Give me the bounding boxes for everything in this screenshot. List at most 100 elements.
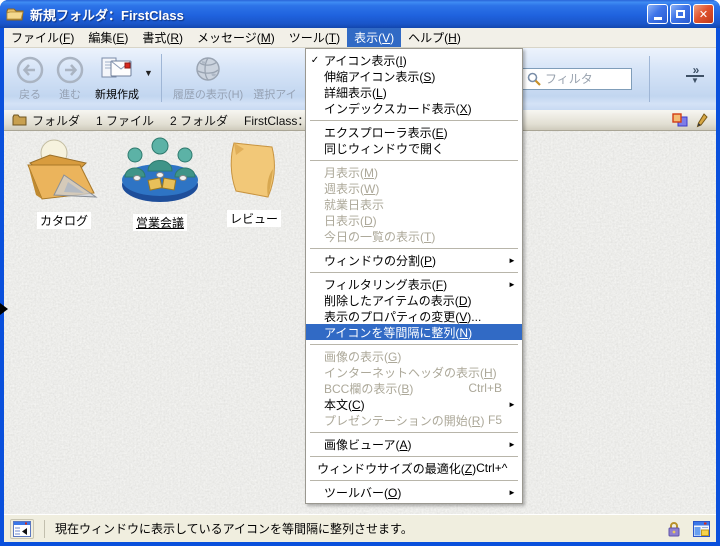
menu-item[interactable]: ツールバー(O)► bbox=[306, 484, 522, 500]
menu-item[interactable]: 本文(C) ► bbox=[306, 396, 522, 412]
menu-item-label: 画像の表示(G) bbox=[324, 348, 502, 365]
menu-item-label: 表示のプロパティの変更(V)... bbox=[324, 308, 502, 325]
menu-item[interactable]: 週表示(W) bbox=[306, 180, 522, 196]
layout-squares-icon[interactable] bbox=[672, 113, 688, 127]
menubar-item[interactable]: ツール(T) bbox=[282, 28, 347, 47]
lock-icon bbox=[667, 521, 681, 537]
window-status-icon[interactable] bbox=[693, 521, 710, 537]
menu-item[interactable]: インデックスカード表示(X) bbox=[306, 100, 522, 116]
menu-item-label: 就業日表示 bbox=[324, 196, 502, 213]
forward-label: 進む bbox=[59, 86, 81, 102]
maximize-button[interactable] bbox=[670, 4, 691, 24]
menu-separator bbox=[310, 120, 518, 121]
new-message-button[interactable]: 新規作成 bbox=[90, 52, 144, 104]
menu-item-label: 月表示(M) bbox=[324, 164, 502, 181]
new-message-dropdown-arrow[interactable]: ▼ bbox=[144, 68, 153, 78]
menu-item[interactable]: 詳細表示(L) bbox=[306, 84, 522, 100]
infobar-type-label: フォルダ bbox=[32, 112, 80, 129]
menu-item-label: プレゼンテーションの開始(R) bbox=[324, 412, 488, 429]
menu-item[interactable]: エクスプローラ表示(E) bbox=[306, 124, 522, 140]
menu-item[interactable]: 日表示(D) bbox=[306, 212, 522, 228]
submenu-arrow-icon: ► bbox=[508, 400, 522, 409]
menu-item-label: アイコンを等間隔に整列(N) bbox=[324, 324, 502, 341]
menu-item[interactable]: BCC欄の表示(B)Ctrl+B bbox=[306, 380, 522, 396]
menu-item[interactable]: ✓アイコン表示(I) bbox=[306, 52, 522, 68]
menu-item[interactable]: 月表示(M) bbox=[306, 164, 522, 180]
review-document-icon bbox=[222, 139, 286, 203]
menu-separator bbox=[310, 480, 518, 481]
menubar-item[interactable]: 編集(E) bbox=[81, 28, 135, 47]
menu-item-label: 日表示(D) bbox=[324, 212, 502, 229]
menu-item[interactable]: プレゼンテーションの開始(R)F5 bbox=[306, 412, 522, 428]
menu-item-shortcut: Ctrl+B bbox=[468, 381, 502, 395]
menu-item[interactable]: 今日の一覧の表示(T) bbox=[306, 228, 522, 244]
check-icon: ✓ bbox=[306, 55, 324, 66]
pencil-icon[interactable] bbox=[696, 113, 708, 128]
panel-toggle-button[interactable] bbox=[10, 519, 34, 539]
menu-item-label: 削除したアイテムの表示(D) bbox=[324, 292, 502, 309]
statusbar-separator bbox=[44, 520, 45, 538]
filter-input[interactable] bbox=[545, 72, 625, 86]
minimize-button[interactable] bbox=[647, 4, 668, 24]
history-globe-icon bbox=[192, 54, 224, 86]
submenu-arrow-icon: ► bbox=[508, 256, 522, 265]
menu-item-shortcut: F5 bbox=[488, 413, 502, 427]
submenu-arrow-icon: ► bbox=[508, 440, 522, 449]
toolbar-separator bbox=[161, 54, 162, 102]
desktop-icon-meeting[interactable]: 営業会議 bbox=[112, 133, 208, 232]
menu-item[interactable]: 就業日表示 bbox=[306, 196, 522, 212]
desktop-icon-review[interactable]: レビュー bbox=[206, 139, 302, 228]
close-button[interactable]: ✕ bbox=[693, 4, 714, 24]
menubar-item[interactable]: メッセージ(M) bbox=[190, 28, 282, 47]
menu-item[interactable]: 表示のプロパティの変更(V)... bbox=[306, 308, 522, 324]
menu-item-label: 詳細表示(L) bbox=[324, 84, 502, 101]
panel-toggle-icon bbox=[13, 521, 31, 537]
menu-item-label: BCC欄の表示(B) bbox=[324, 380, 468, 397]
menu-item[interactable]: インターネットヘッダの表示(H) bbox=[306, 364, 522, 380]
submenu-arrow-icon: ► bbox=[508, 280, 522, 289]
toolbar-overflow-chevron[interactable]: »▼ bbox=[686, 66, 704, 85]
menu-item-label: 本文(C) bbox=[324, 396, 502, 413]
select-items-label: 選択アイ bbox=[253, 86, 296, 102]
forward-icon bbox=[55, 54, 85, 86]
forward-button[interactable]: 進む bbox=[50, 52, 90, 104]
search-icon bbox=[527, 72, 541, 86]
menubar-item[interactable]: ファイル(F) bbox=[4, 28, 81, 47]
menu-item[interactable]: 同じウィンドウで開く bbox=[306, 140, 522, 156]
menu-item-label: ウィンドウサイズの最適化(Z) bbox=[317, 460, 476, 477]
back-button[interactable]: 戻る bbox=[10, 52, 50, 104]
history-label: 履歴の表示(H) bbox=[173, 86, 243, 102]
menu-separator bbox=[310, 272, 518, 273]
history-button[interactable]: 履歴の表示(H) bbox=[168, 52, 248, 104]
view-menu-popup: ✓アイコン表示(I)伸縮アイコン表示(S)詳細表示(L)インデックスカード表示(… bbox=[305, 48, 523, 504]
menu-item[interactable]: アイコンを等間隔に整列(N) bbox=[306, 324, 522, 340]
menu-item[interactable]: フィルタリング表示(F) ► bbox=[306, 276, 522, 292]
menu-item[interactable]: ウィンドウサイズの最適化(Z)Ctrl+^ bbox=[306, 460, 522, 476]
select-items-button[interactable]: 選択アイ bbox=[248, 52, 301, 104]
menu-separator bbox=[310, 160, 518, 161]
toolbar-separator bbox=[649, 56, 650, 102]
menu-bar: ファイル(F)編集(E)書式(R)メッセージ(M)ツール(T)表示(V)ヘルプ(… bbox=[4, 28, 716, 48]
desktop-icon-label: レビュー bbox=[227, 210, 281, 227]
filter-box bbox=[522, 68, 632, 90]
menu-item-label: フィルタリング表示(F) bbox=[324, 276, 502, 293]
split-pane-arrow[interactable] bbox=[0, 303, 8, 315]
menu-item-label: 同じウィンドウで開く bbox=[324, 140, 502, 157]
menu-item[interactable]: 伸縮アイコン表示(S) bbox=[306, 68, 522, 84]
menubar-item[interactable]: 書式(R) bbox=[135, 28, 190, 47]
menu-item-shortcut: Ctrl+^ bbox=[476, 461, 507, 475]
window-folder-icon bbox=[6, 7, 24, 21]
menubar-item[interactable]: ヘルプ(H) bbox=[401, 28, 468, 47]
menubar-item[interactable]: 表示(V) bbox=[347, 28, 401, 47]
menu-separator bbox=[310, 248, 518, 249]
menu-item[interactable]: 画像ビューア(A)► bbox=[306, 436, 522, 452]
infobar-file-count: 1 ファイル bbox=[96, 112, 154, 129]
desktop-icon-catalog[interactable]: カタログ bbox=[16, 137, 112, 230]
status-bar: 現在ウィンドウに表示しているアイコンを等間隔に整列させます。 bbox=[4, 514, 716, 542]
menu-item[interactable]: 画像の表示(G) bbox=[306, 348, 522, 364]
menu-item[interactable]: 削除したアイテムの表示(D) bbox=[306, 292, 522, 308]
menu-item[interactable]: ウィンドウの分割(P)► bbox=[306, 252, 522, 268]
submenu-arrow-icon: ► bbox=[508, 488, 522, 497]
meeting-conference-icon bbox=[115, 133, 205, 207]
new-message-icon bbox=[99, 54, 135, 86]
